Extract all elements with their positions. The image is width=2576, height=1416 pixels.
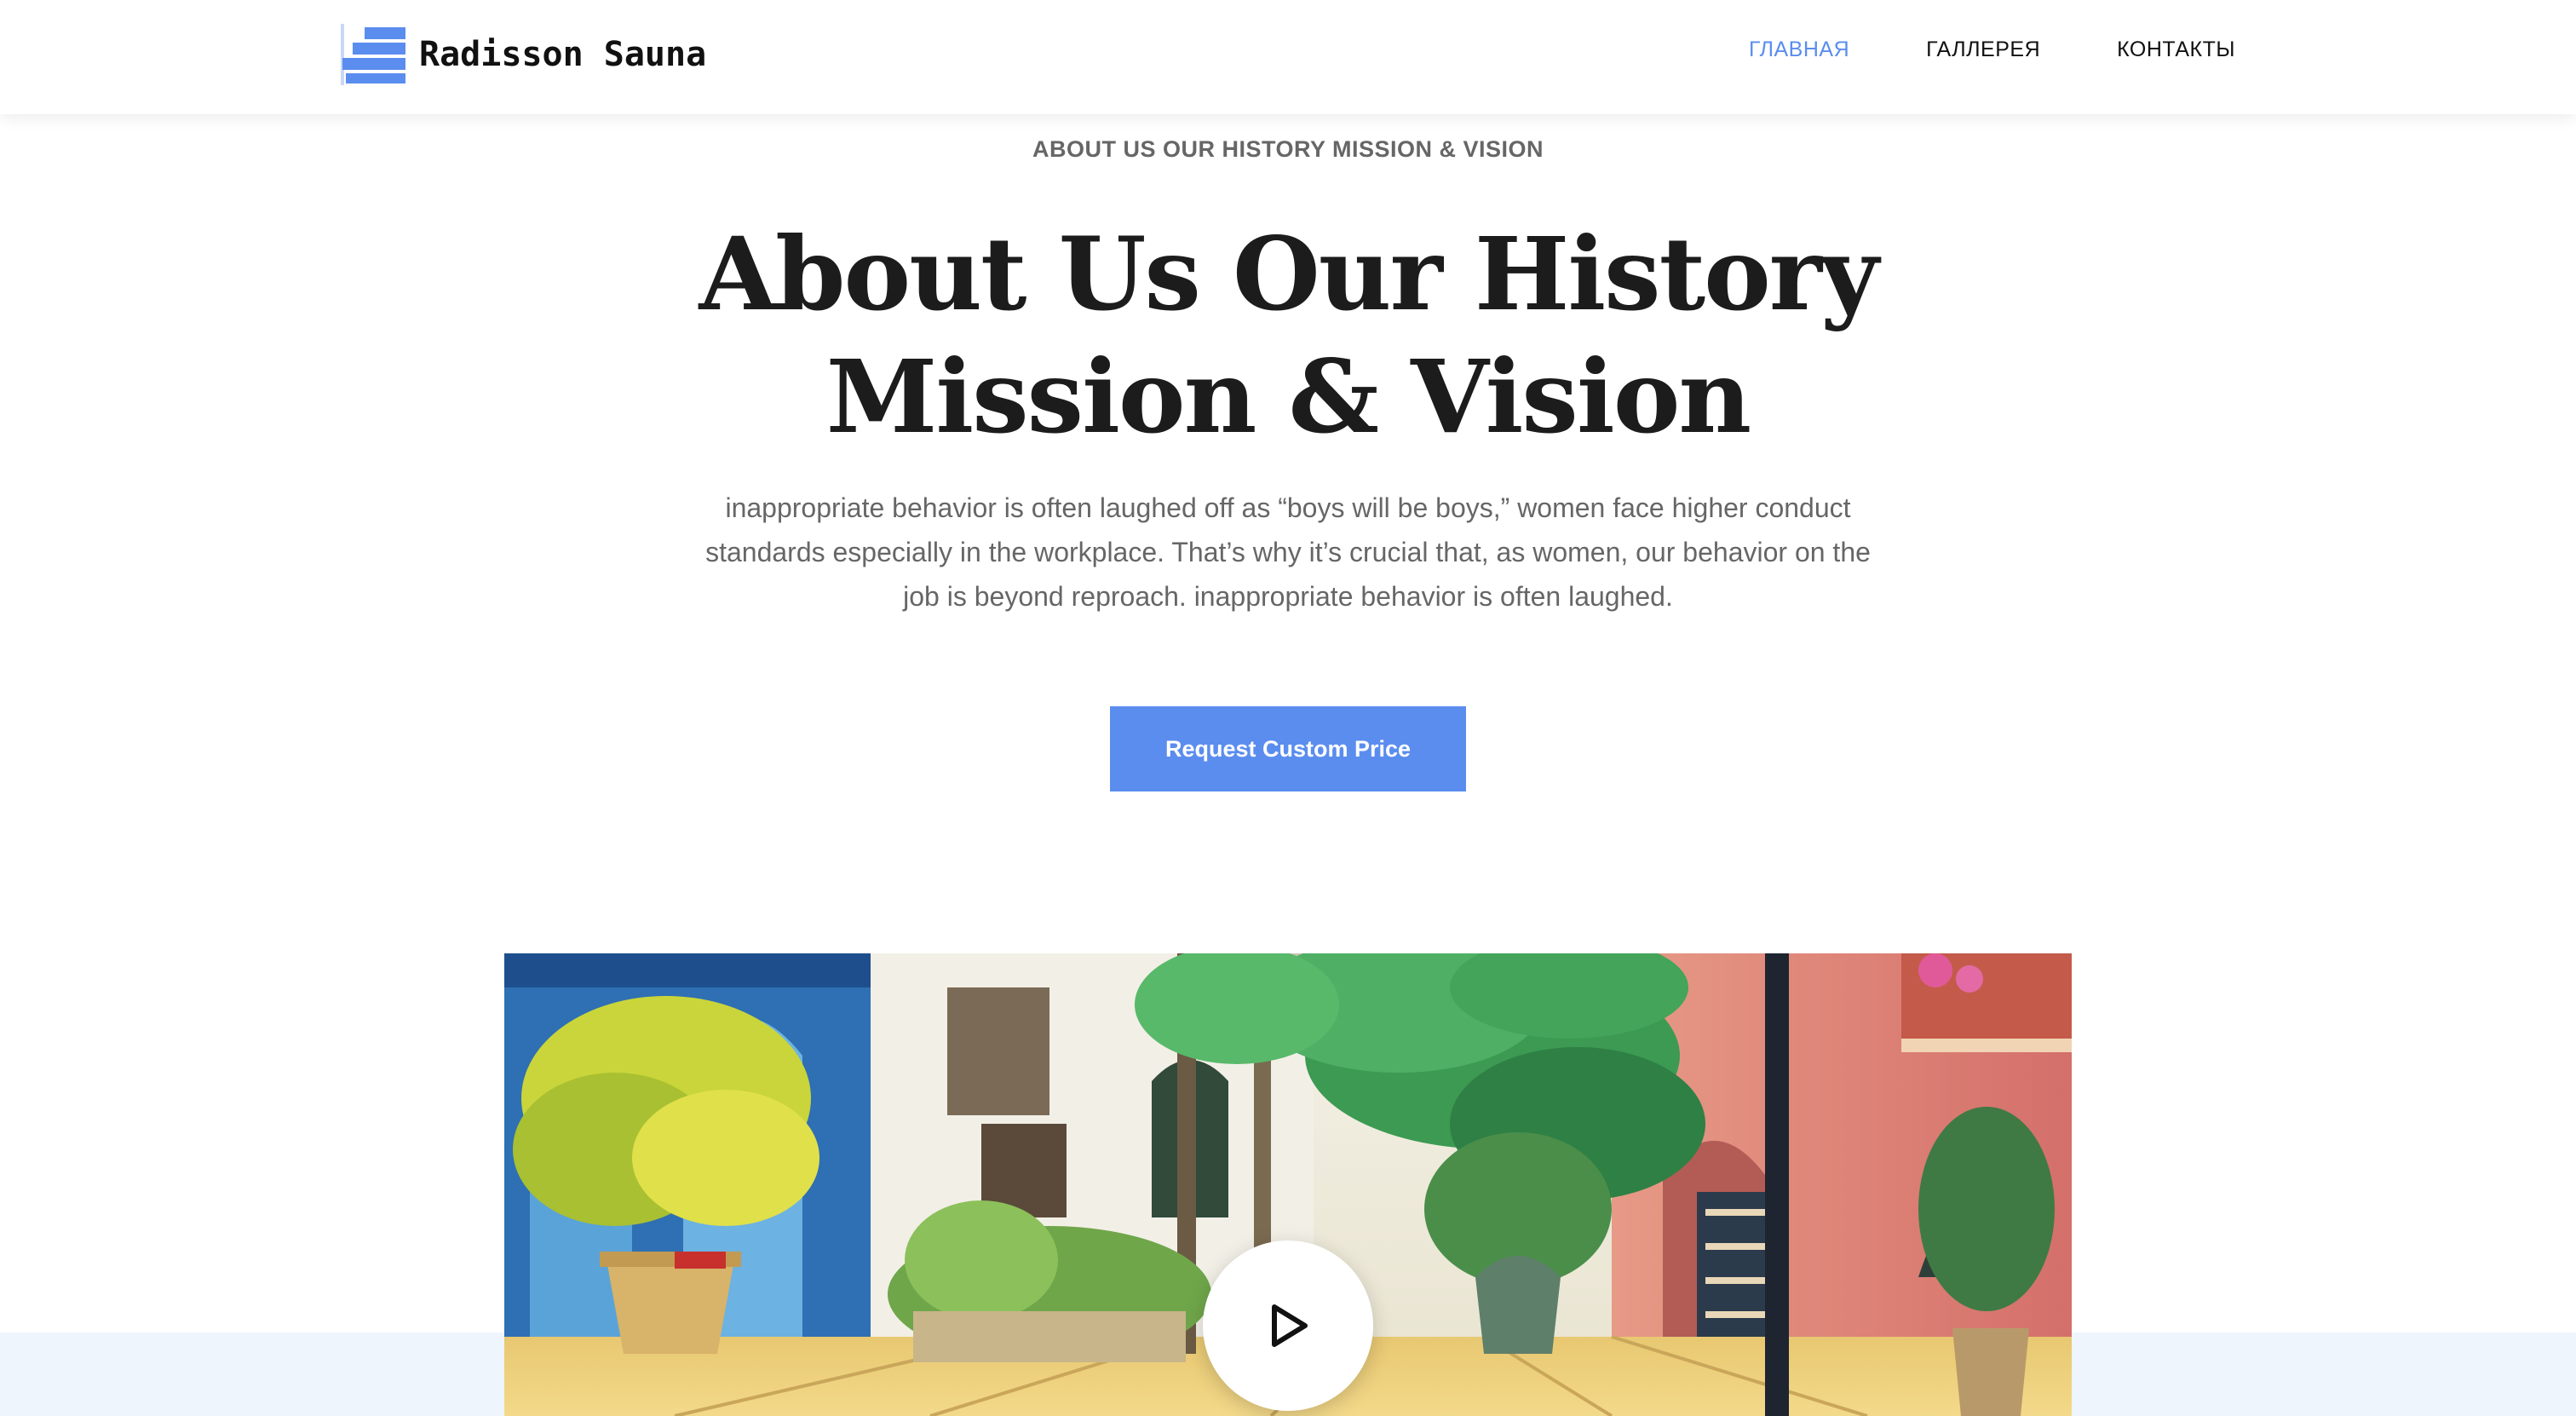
play-icon (1272, 1304, 1308, 1347)
page-title: About Us Our History Mission & Vision (607, 213, 1969, 458)
logo-text: Radisson Sauna (419, 35, 707, 74)
nav-item-home[interactable]: ГЛАВНАЯ (1749, 37, 1849, 62)
logo-mark-icon (341, 24, 409, 85)
site-logo[interactable]: Radisson Sauna (341, 24, 706, 85)
nav-item-gallery[interactable]: ГАЛЛЕРЕЯ (1926, 37, 2040, 62)
site-header: Radisson Sauna ГЛАВНАЯ ГАЛЛЕРЕЯ КОНТАКТЫ (0, 0, 2576, 114)
main-nav: ГЛАВНАЯ ГАЛЛЕРЕЯ КОНТАКТЫ (1749, 37, 2235, 62)
request-custom-price-button[interactable]: Request Custom Price (1110, 706, 1466, 791)
hero-description: inappropriate behavior is often laughed … (705, 492, 1871, 612)
section-eyebrow: ABOUT US OUR HISTORY MISSION & VISION (1032, 136, 1544, 162)
nav-item-contacts[interactable]: КОНТАКТЫ (2117, 37, 2235, 62)
play-video-button[interactable] (1203, 1240, 1373, 1411)
title-line-1: About Us Our History (699, 215, 1878, 333)
title-line-2: Mission & Vision (825, 337, 1751, 456)
